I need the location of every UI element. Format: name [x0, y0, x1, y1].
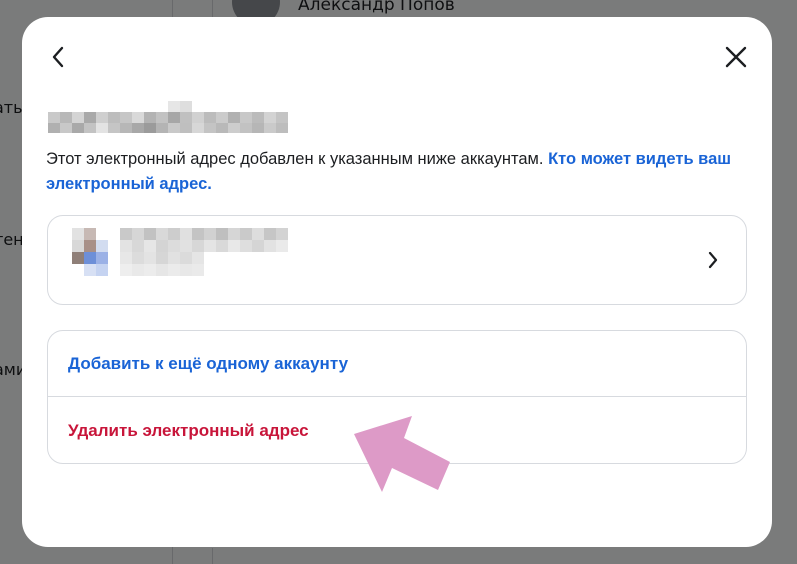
back-button[interactable]: [44, 43, 72, 71]
chevron-left-icon: [52, 46, 64, 68]
close-icon: [725, 46, 747, 68]
account-chevron: [704, 249, 722, 271]
linked-account-card[interactable]: [47, 215, 747, 305]
chevron-right-icon: [708, 251, 718, 269]
description-text: Этот электронный адрес добавлен к указан…: [46, 147, 736, 197]
close-button[interactable]: [722, 43, 750, 71]
redacted-account-info: [120, 228, 290, 278]
add-to-another-account-button[interactable]: Добавить к ещё одному аккаунту: [48, 331, 746, 397]
description-body: Этот электронный адрес добавлен к указан…: [46, 150, 544, 168]
redacted-email-address: [48, 101, 288, 133]
redacted-account-avatar: [72, 228, 108, 276]
annotation-arrow-icon: [354, 416, 450, 492]
